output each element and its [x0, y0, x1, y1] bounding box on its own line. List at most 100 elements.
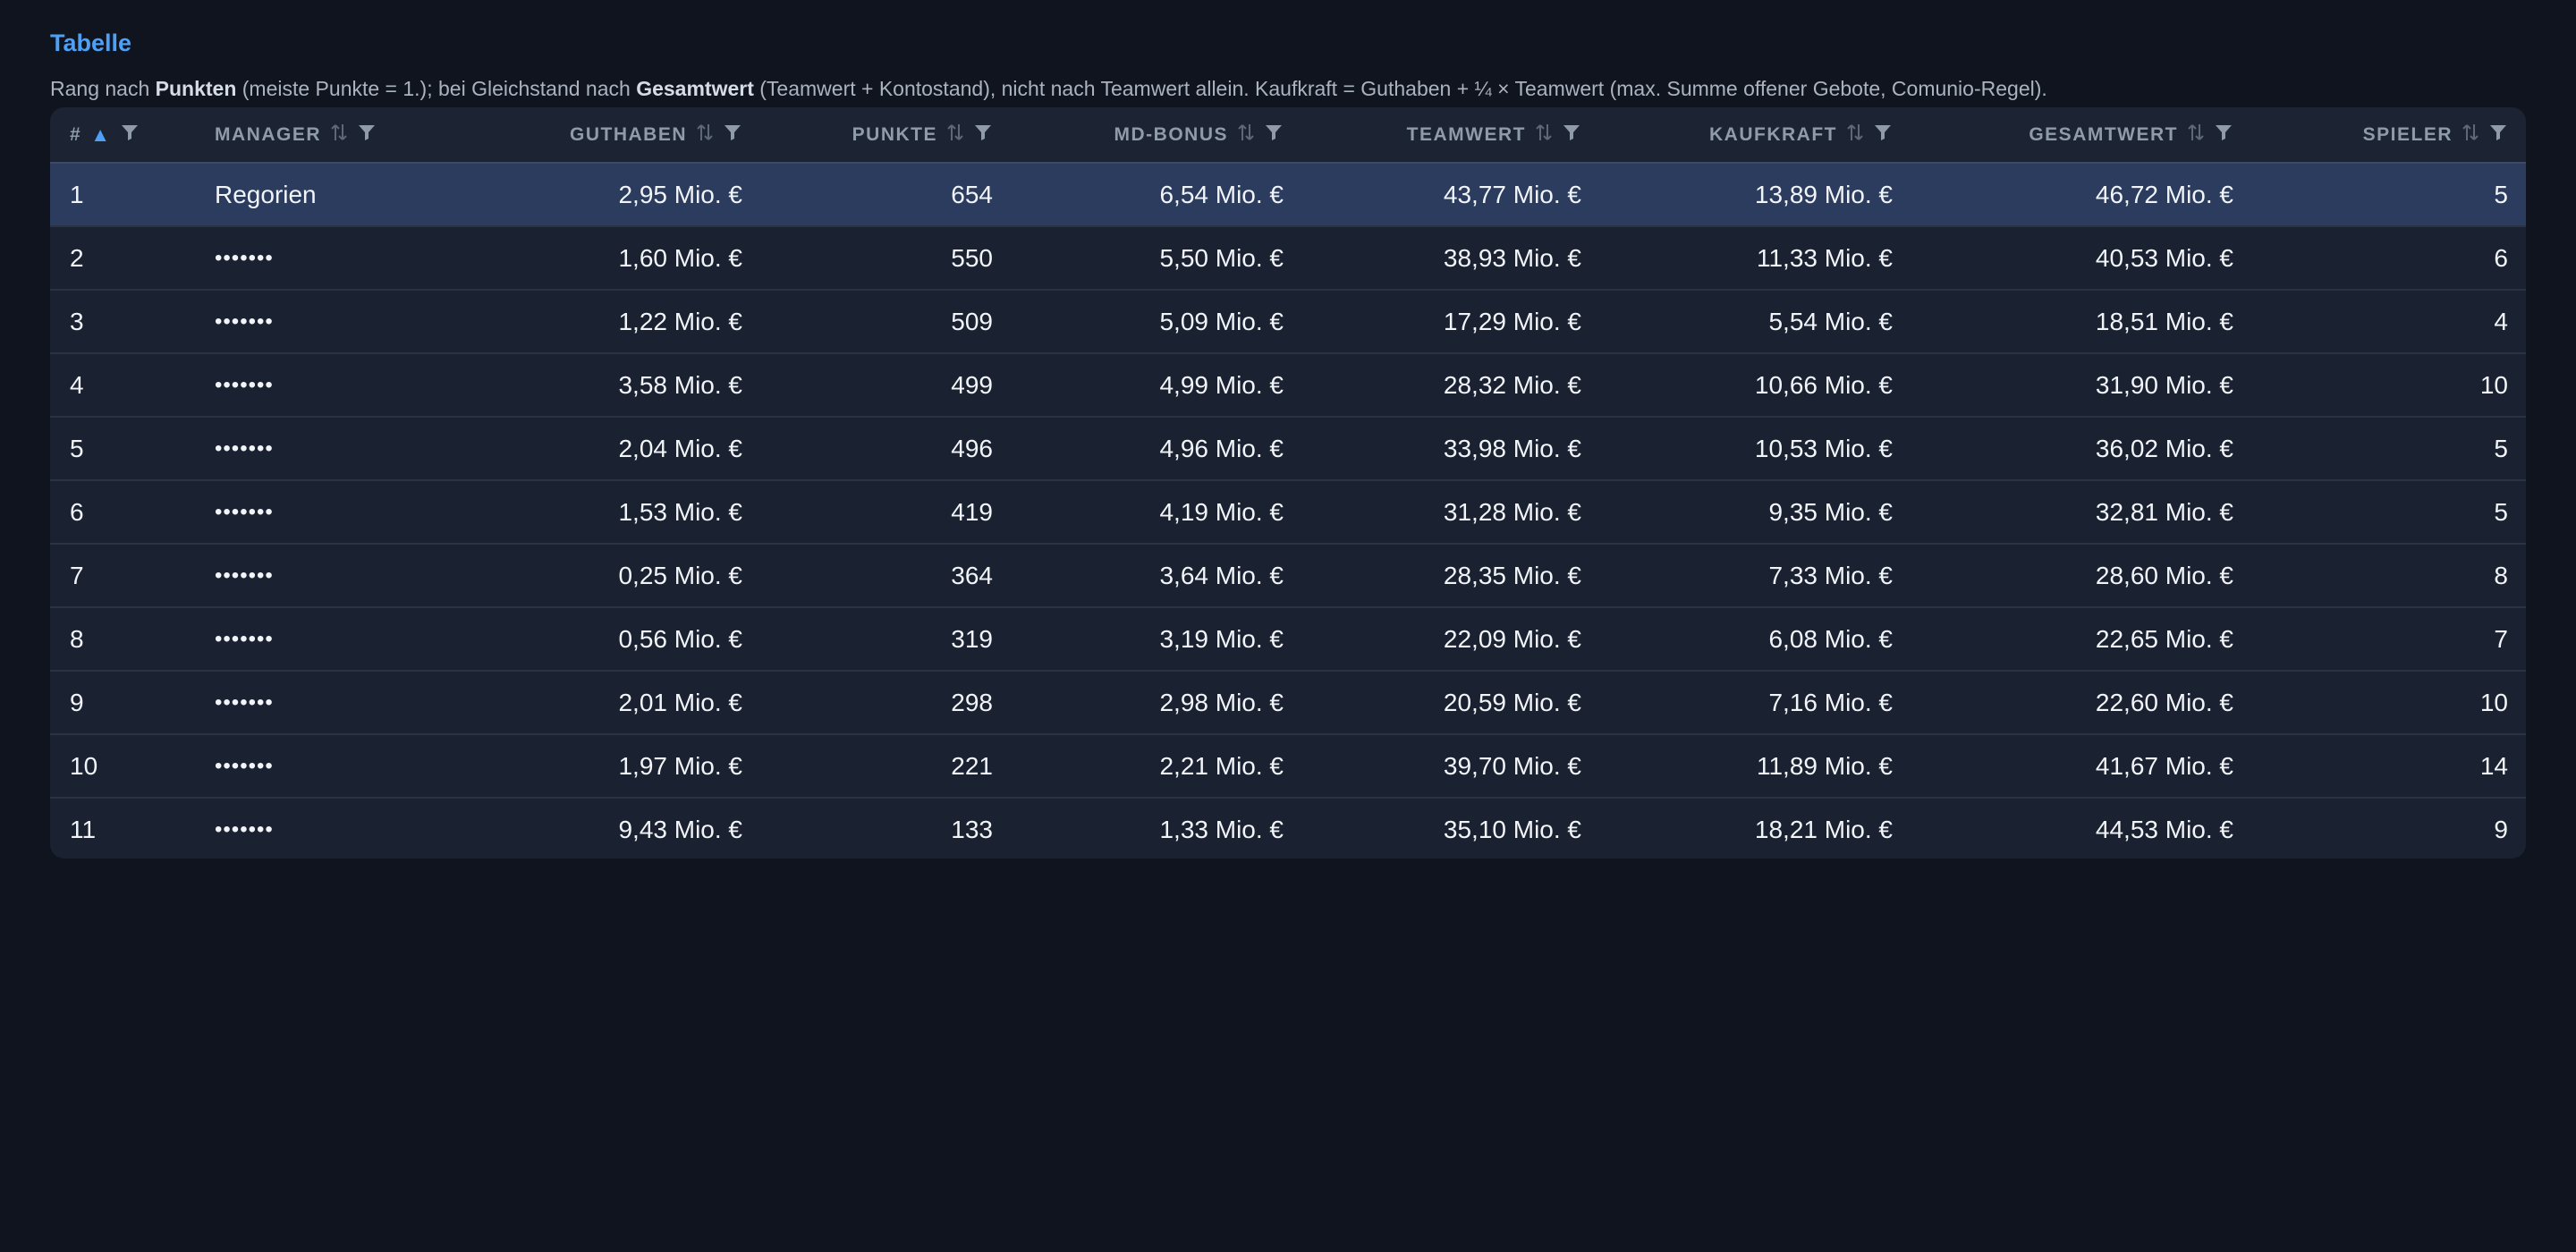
cell-manager-masked: •••••••: [215, 309, 274, 334]
table-row[interactable]: 4 ••••••• 3,58 Mio. € 499 4,99 Mio. € 28…: [50, 353, 2526, 417]
cell-spieler: 10: [2479, 688, 2508, 716]
cell-spieler: 14: [2479, 751, 2508, 780]
cell-gesamtwert: 22,60 Mio. €: [2095, 688, 2233, 716]
sort-icon[interactable]: [1535, 122, 1553, 148]
sort-icon[interactable]: [1237, 122, 1255, 148]
table-row[interactable]: 2 ••••••• 1,60 Mio. € 550 5,50 Mio. € 38…: [50, 226, 2526, 290]
cell-gesamtwert: 44,53 Mio. €: [2095, 816, 2233, 843]
cell-kaufkraft: 13,89 Mio. €: [1754, 180, 1893, 208]
cell-spieler: 4: [2494, 307, 2508, 335]
sort-icon[interactable]: [946, 122, 964, 148]
filter-icon[interactable]: [2488, 123, 2508, 148]
cell-teamwert: 38,93 Mio. €: [1443, 243, 1581, 272]
filter-icon[interactable]: [1873, 123, 1893, 148]
cell-md-bonus: 2,21 Mio. €: [1159, 751, 1284, 780]
table-row[interactable]: 9 ••••••• 2,01 Mio. € 298 2,98 Mio. € 20…: [50, 671, 2526, 734]
cell-gesamtwert: 40,53 Mio. €: [2095, 243, 2233, 272]
cell-rank: 1: [70, 180, 84, 208]
cell-punkte: 509: [951, 307, 993, 335]
table-description: Rang nach Punkten (meiste Punkte = 1.); …: [50, 75, 2047, 102]
sort-icon[interactable]: [696, 122, 714, 148]
cell-md-bonus: 4,96 Mio. €: [1159, 434, 1284, 462]
cell-kaufkraft: 6,08 Mio. €: [1768, 624, 1893, 653]
column-header-manager[interactable]: Manager: [195, 107, 463, 163]
cell-rank: 7: [70, 561, 84, 589]
table-row[interactable]: 8 ••••••• 0,56 Mio. € 319 3,19 Mio. € 22…: [50, 607, 2526, 671]
cell-spieler: 9: [2494, 816, 2508, 843]
filter-icon[interactable]: [120, 123, 140, 148]
table-row[interactable]: 11 ••••••• 9,43 Mio. € 133 1,33 Mio. € 3…: [50, 798, 2526, 859]
table-header: # ▲ Manager Guthaben: [50, 107, 2526, 163]
table-row[interactable]: 5 ••••••• 2,04 Mio. € 496 4,96 Mio. € 33…: [50, 417, 2526, 480]
column-header-rank[interactable]: # ▲: [50, 107, 195, 163]
cell-teamwert: 31,28 Mio. €: [1443, 497, 1581, 526]
column-header-spieler[interactable]: Spieler: [2250, 107, 2526, 163]
table-row[interactable]: 10 ••••••• 1,97 Mio. € 221 2,21 Mio. € 3…: [50, 734, 2526, 798]
table-row[interactable]: 7 ••••••• 0,25 Mio. € 364 3,64 Mio. € 28…: [50, 544, 2526, 607]
cell-md-bonus: 2,98 Mio. €: [1159, 688, 1284, 716]
cell-rank: 3: [70, 307, 84, 335]
filter-icon[interactable]: [973, 123, 993, 148]
column-header-gesamtwert[interactable]: Gesamtwert: [1909, 107, 2250, 163]
sort-icon[interactable]: [2187, 122, 2205, 148]
description-text-3: (Teamwert + Kontostand), nicht nach Team…: [753, 77, 2047, 100]
cell-guthaben: 9,43 Mio. €: [618, 816, 742, 843]
cell-teamwert: 28,35 Mio. €: [1443, 561, 1581, 589]
cell-punkte: 364: [951, 561, 993, 589]
table-row[interactable]: 3 ••••••• 1,22 Mio. € 509 5,09 Mio. € 17…: [50, 290, 2526, 353]
cell-md-bonus: 6,54 Mio. €: [1159, 180, 1284, 208]
sort-icon[interactable]: [330, 122, 348, 148]
column-label-teamwert: Teamwert: [1406, 123, 1526, 145]
column-header-md-bonus[interactable]: MD-Bonus: [1009, 107, 1300, 163]
filter-icon[interactable]: [723, 123, 742, 148]
column-header-guthaben[interactable]: Guthaben: [463, 107, 758, 163]
cell-md-bonus: 3,64 Mio. €: [1159, 561, 1284, 589]
cell-guthaben: 2,01 Mio. €: [618, 688, 742, 716]
cell-spieler: 10: [2479, 370, 2508, 399]
cell-gesamtwert: 46,72 Mio. €: [2095, 180, 2233, 208]
cell-guthaben: 2,95 Mio. €: [618, 180, 742, 208]
description-bold-punkten: Punkten: [155, 77, 237, 100]
cell-rank: 6: [70, 497, 84, 526]
cell-guthaben: 0,25 Mio. €: [618, 561, 742, 589]
cell-gesamtwert: 32,81 Mio. €: [2095, 497, 2233, 526]
cell-teamwert: 39,70 Mio. €: [1443, 751, 1581, 780]
cell-manager-masked: •••••••: [215, 245, 274, 270]
cell-kaufkraft: 9,35 Mio. €: [1768, 497, 1893, 526]
cell-rank: 9: [70, 688, 84, 716]
cell-punkte: 496: [951, 434, 993, 462]
cell-manager-masked: •••••••: [215, 436, 274, 461]
cell-kaufkraft: 18,21 Mio. €: [1754, 816, 1893, 843]
cell-teamwert: 22,09 Mio. €: [1443, 624, 1581, 653]
cell-md-bonus: 3,19 Mio. €: [1159, 624, 1284, 653]
cell-spieler: 8: [2494, 561, 2508, 589]
table-row-current-user[interactable]: 1 Regorien 2,95 Mio. € 654 6,54 Mio. € 4…: [50, 163, 2526, 226]
cell-md-bonus: 5,50 Mio. €: [1159, 243, 1284, 272]
column-label-spieler: Spieler: [2362, 123, 2453, 145]
sort-icon[interactable]: [1846, 122, 1864, 148]
cell-gesamtwert: 18,51 Mio. €: [2095, 307, 2233, 335]
sort-icon[interactable]: [2462, 122, 2479, 148]
cell-kaufkraft: 11,89 Mio. €: [1756, 751, 1893, 780]
cell-teamwert: 43,77 Mio. €: [1443, 180, 1581, 208]
filter-icon[interactable]: [2214, 123, 2233, 148]
filter-icon[interactable]: [1264, 123, 1284, 148]
page-title: Tabelle: [50, 30, 132, 56]
cell-teamwert: 17,29 Mio. €: [1443, 307, 1581, 335]
column-header-punkte[interactable]: Punkte: [758, 107, 1009, 163]
cell-manager-masked: •••••••: [215, 372, 274, 397]
sort-ascending-icon[interactable]: ▲: [90, 124, 111, 145]
cell-md-bonus: 1,33 Mio. €: [1159, 816, 1284, 843]
filter-icon[interactable]: [1562, 123, 1581, 148]
cell-guthaben: 0,56 Mio. €: [618, 624, 742, 653]
filter-icon[interactable]: [357, 123, 377, 148]
standings-table: # ▲ Manager Guthaben: [50, 107, 2526, 859]
table-row[interactable]: 6 ••••••• 1,53 Mio. € 419 4,19 Mio. € 31…: [50, 480, 2526, 544]
cell-spieler: 5: [2494, 180, 2508, 208]
cell-spieler: 7: [2494, 624, 2508, 653]
cell-teamwert: 20,59 Mio. €: [1443, 688, 1581, 716]
column-header-kaufkraft[interactable]: Kaufkraft: [1597, 107, 1909, 163]
column-header-teamwert[interactable]: Teamwert: [1300, 107, 1597, 163]
cell-guthaben: 1,60 Mio. €: [618, 243, 742, 272]
cell-manager: Regorien: [215, 180, 317, 208]
